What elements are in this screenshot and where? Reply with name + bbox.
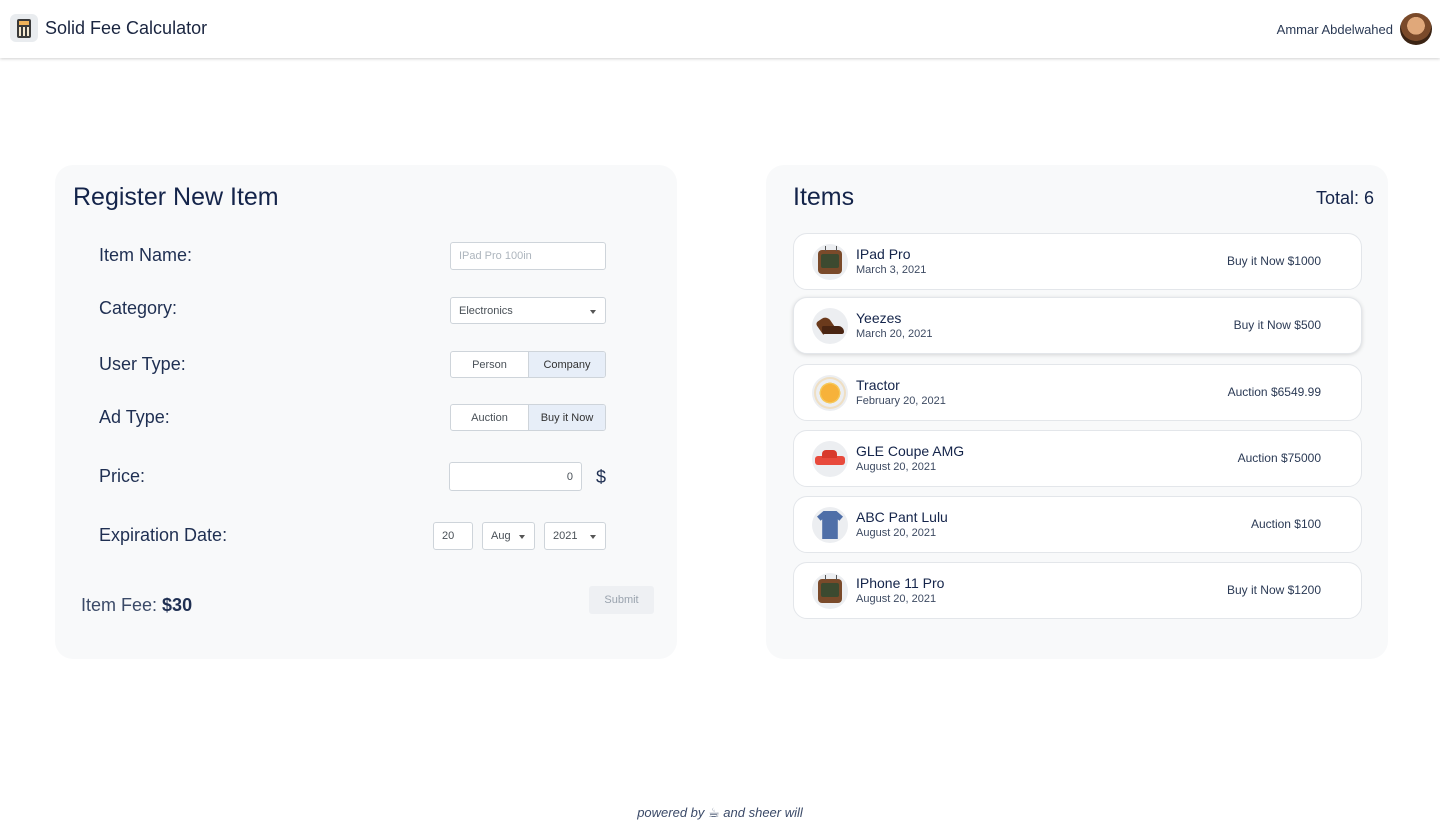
item-name-input[interactable]: IPad Pro 100in: [450, 242, 606, 270]
app-title: Solid Fee Calculator: [45, 18, 208, 38]
item-price: Auction $100: [1250, 517, 1321, 531]
register-item-card: Register New Item Item Name: IPad Pro 10…: [55, 165, 677, 659]
item-price: Auction $75000: [1237, 451, 1321, 465]
shirt-icon: [812, 507, 848, 543]
item-name: Tractor: [856, 377, 900, 393]
boot-icon: [812, 308, 848, 344]
user-type-person-button[interactable]: Person: [451, 352, 528, 377]
item-name: IPad Pro: [856, 246, 911, 262]
item-date: August 20, 2021: [856, 527, 937, 539]
user-type-label: User Type:: [99, 354, 186, 374]
expiration-label: Expiration Date:: [99, 525, 228, 545]
item-name: GLE Coupe AMG: [856, 443, 965, 459]
item-date: March 20, 2021: [856, 328, 933, 340]
item-price: Buy it Now $1000: [1226, 254, 1321, 268]
caret-down-icon: [590, 310, 596, 314]
item-date: August 20, 2021: [856, 593, 937, 605]
item-date: August 20, 2021: [856, 461, 937, 473]
list-item[interactable]: IPhone 11 Pro August 20, 2021 Buy it Now…: [793, 562, 1362, 619]
expiration-month-value: Aug: [491, 530, 511, 542]
caret-down-icon: [519, 535, 525, 539]
top-navbar: Solid Fee Calculator Ammar Abdelwahed: [0, 0, 1440, 58]
user-name[interactable]: Ammar Abdelwahed: [1277, 22, 1393, 37]
items-title: Items: [793, 183, 855, 211]
caret-down-icon: [590, 535, 596, 539]
expiration-year-select[interactable]: 2021: [544, 522, 606, 550]
item-date: March 3, 2021: [856, 264, 927, 276]
expiration-day-input[interactable]: 20: [433, 522, 473, 550]
television-icon: [812, 573, 848, 609]
footer-text: powered by ☕ and sheer will: [637, 805, 803, 820]
item-name-placeholder: IPad Pro 100in: [459, 250, 532, 262]
category-value: Electronics: [459, 304, 513, 317]
user-type-company-button[interactable]: Company: [528, 352, 605, 377]
sun-icon: [812, 375, 848, 411]
item-fee-label: Item Fee:: [81, 595, 158, 615]
user-type-toggle: Person Company: [450, 351, 606, 378]
calculator-icon: [10, 14, 38, 42]
item-name: ABC Pant Lulu: [856, 509, 948, 525]
items-card: Items Total: 6 IPad Pro March 3, 2021 Bu…: [766, 165, 1388, 659]
item-price: Buy it Now $1200: [1226, 583, 1321, 597]
category-select[interactable]: Electronics: [450, 297, 606, 324]
car-icon: [812, 441, 848, 477]
item-price: Buy it Now $500: [1233, 318, 1321, 332]
price-input[interactable]: 0: [449, 462, 582, 491]
ad-type-buy-it-now-button[interactable]: Buy it Now: [528, 405, 605, 430]
price-value: 0: [566, 470, 573, 483]
currency-symbol: $: [596, 467, 607, 487]
submit-button[interactable]: Submit: [589, 586, 654, 614]
list-item[interactable]: Yeezes March 20, 2021 Buy it Now $500: [793, 297, 1362, 354]
ad-type-toggle: Auction Buy it Now: [450, 404, 606, 431]
television-icon: [812, 244, 848, 280]
list-item[interactable]: GLE Coupe AMG August 20, 2021 Auction $7…: [793, 430, 1362, 487]
expiration-day-value: 20: [442, 530, 455, 542]
list-item[interactable]: ABC Pant Lulu August 20, 2021 Auction $1…: [793, 496, 1362, 553]
category-label: Category:: [99, 298, 178, 318]
item-name: IPhone 11 Pro: [856, 575, 945, 591]
expiration-year-value: 2021: [553, 530, 578, 542]
register-title: Register New Item: [73, 183, 279, 211]
ad-type-auction-button[interactable]: Auction: [451, 405, 528, 430]
item-fee-value: $30: [162, 595, 193, 615]
list-item[interactable]: Tractor February 20, 2021 Auction $6549.…: [793, 364, 1362, 421]
price-label: Price:: [99, 466, 146, 486]
item-price: Auction $6549.99: [1227, 385, 1321, 399]
avatar[interactable]: [1400, 13, 1432, 45]
item-date: February 20, 2021: [856, 395, 946, 407]
ad-type-label: Ad Type:: [99, 407, 170, 427]
item-fee: Item Fee: $30: [81, 595, 192, 616]
expiration-month-select[interactable]: Aug: [482, 522, 535, 550]
item-name: Yeezes: [856, 310, 902, 326]
items-total: Total: 6: [1315, 188, 1374, 208]
list-item[interactable]: IPad Pro March 3, 2021 Buy it Now $1000: [793, 233, 1362, 290]
item-name-label: Item Name:: [99, 245, 193, 265]
